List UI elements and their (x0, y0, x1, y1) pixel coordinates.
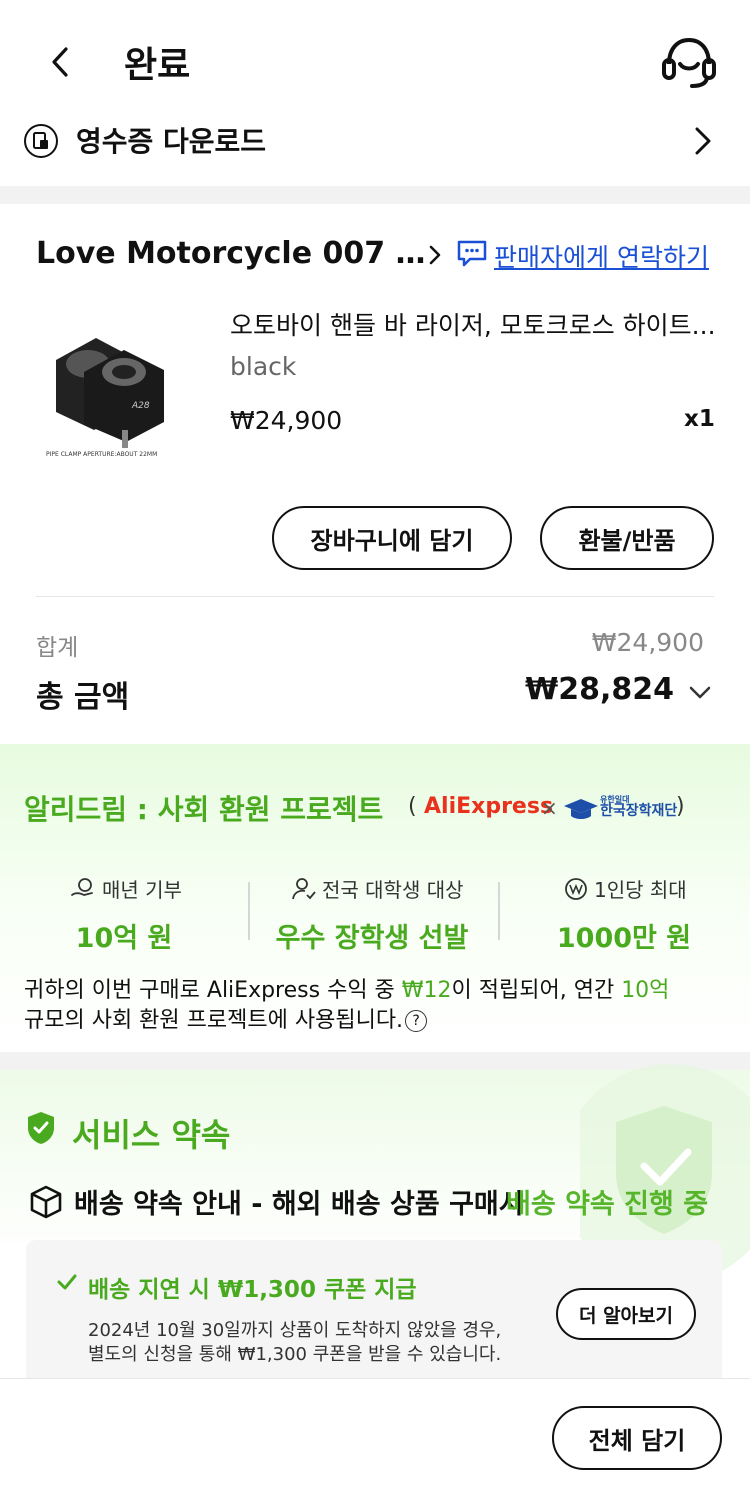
total-value[interactable]: ₩28,824 (525, 672, 674, 707)
chevron-right-icon (688, 124, 718, 158)
delay-coupon-desc-line2: 별도의 신청을 통해 ₩1,300 쿠폰을 받을 수 있습니다. (88, 1344, 502, 1365)
check-icon (56, 1272, 78, 1292)
stat-label-text: 매년 기부 (102, 878, 182, 902)
product-name[interactable]: 오토바이 핸들 바 라이저, 모토크로스 하이트... (230, 306, 716, 342)
stat-label-text: 1인당 최대 (594, 878, 687, 902)
total-label: 총 금액 (36, 680, 130, 715)
delay-coupon-title: 배송 지연 시 ₩1,300 쿠폰 지급 (88, 1277, 417, 1303)
svg-text:A28: A28 (131, 401, 150, 411)
subtotal-value: ₩24,900 (591, 628, 704, 657)
page-title: 완료 (124, 45, 191, 86)
box-icon (28, 1184, 64, 1220)
kosaf-logo: 유한일대 한국장학재단 (600, 795, 678, 819)
section-divider (0, 186, 750, 204)
divider (248, 882, 250, 940)
won-coin-icon (565, 877, 587, 900)
stat-label-target: 전국 대학생 대상 (292, 874, 464, 903)
project-description-line1: 귀하의 이번 구매로 AliExpress 수익 중 ₩12이 적립되어, 연간… (24, 978, 670, 1003)
store-name[interactable]: Love Motorcycle 007 St... (36, 236, 426, 271)
product-image[interactable]: A28 PIPE CLAMP APERTURE:ABOUT 22MM (36, 310, 204, 478)
learn-more-button[interactable]: 더 알아보기 (556, 1288, 696, 1340)
add-all-to-cart-button[interactable]: 전체 담기 (552, 1406, 722, 1470)
project-title: 알리드림 : 사회 환원 프로젝트 (24, 793, 384, 826)
stat-label-donation: 매년 기부 (70, 874, 182, 903)
stat-label-max: 1인당 최대 (564, 874, 687, 903)
divider (498, 882, 500, 940)
chat-icon[interactable] (456, 238, 488, 268)
stat-value-donation: 10억 원 (75, 923, 173, 954)
product-image-caption: PIPE CLAMP APERTURE:ABOUT 22MM (46, 451, 157, 458)
stat-label-text: 전국 대학생 대상 (322, 878, 464, 902)
chevron-right-icon[interactable] (424, 240, 446, 270)
stat-value-target: 우수 장학생 선발 (275, 923, 469, 954)
receipt-download-label: 영수증 다운로드 (76, 125, 267, 158)
shipping-promise-status: 배송 약속 진행 중 (506, 1189, 709, 1220)
product-price: ₩24,900 (230, 406, 343, 435)
shield-check-icon (26, 1110, 56, 1146)
paren-open: ( (408, 794, 417, 819)
person-icon (292, 877, 316, 899)
shipping-promise-title: 배송 약속 안내 - 해외 배송 상품 구매시 (74, 1189, 524, 1220)
service-promise-title: 서비스 약속 (72, 1116, 231, 1154)
help-icon[interactable]: ? (405, 1010, 428, 1032)
times-symbol: × (541, 796, 558, 820)
divider (36, 596, 714, 597)
product-variant: black (230, 352, 297, 381)
product-quantity: x1 (684, 406, 715, 432)
delay-coupon-desc-line1: 2024년 10월 30일까지 상품이 도착하지 않았을 경우, (88, 1320, 502, 1341)
aliexpress-logo: AliExpress (424, 794, 554, 819)
contact-seller-link[interactable]: 판매자에게 연락하기 (494, 238, 709, 274)
subtotal-label: 합계 (36, 635, 79, 661)
add-to-cart-button[interactable]: 장바구니에 담기 (272, 506, 512, 570)
headset-icon[interactable] (660, 34, 718, 90)
stat-value-max: 1000만 원 (556, 923, 692, 954)
back-icon[interactable] (40, 40, 80, 84)
receipt-icon (24, 124, 58, 158)
graduation-cap-icon (562, 796, 600, 822)
refund-return-button[interactable]: 환불/반품 (540, 506, 714, 570)
project-description-line2: 규모의 사회 환원 프로젝트에 사용됩니다.? (24, 1002, 428, 1034)
chevron-down-icon[interactable] (686, 680, 714, 704)
hand-coin-icon (71, 877, 93, 896)
paren-close: ) (676, 794, 685, 819)
